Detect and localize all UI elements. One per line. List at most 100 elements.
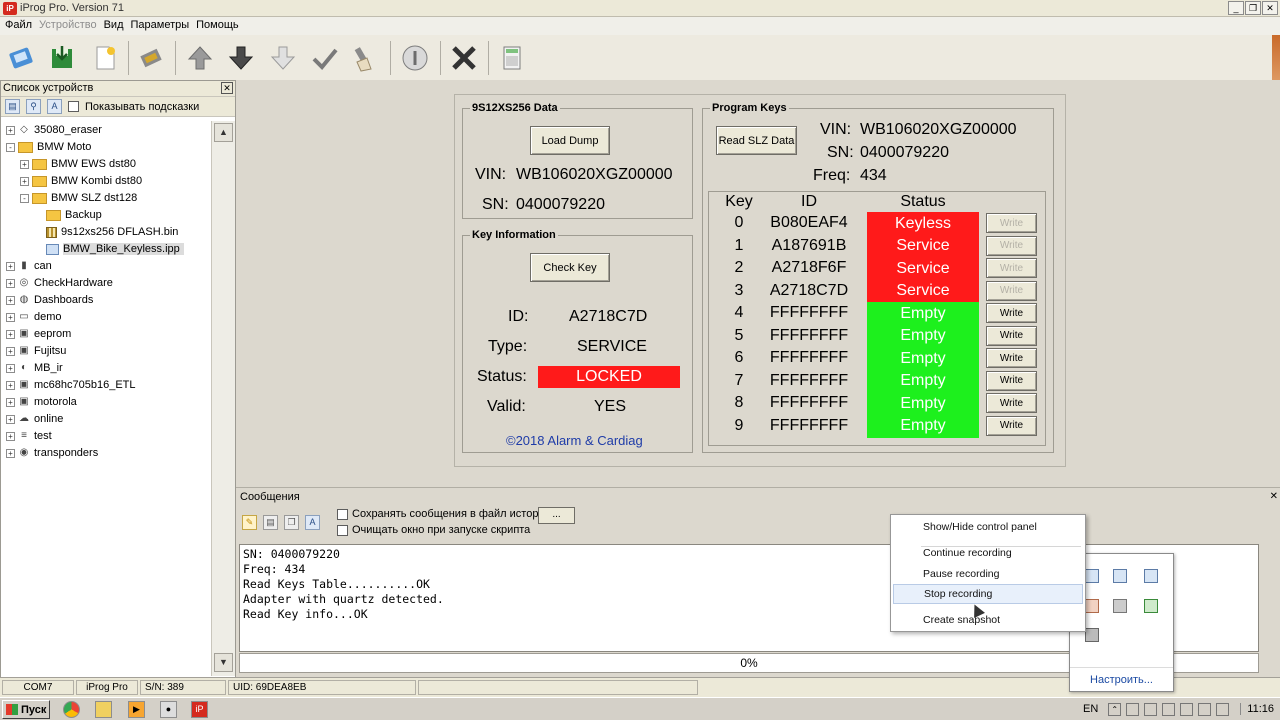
tree-item[interactable]: + ☁ online: [6, 411, 63, 427]
restore-button[interactable]: ❐: [1245, 1, 1261, 15]
write-key-button[interactable]: Write: [986, 325, 1037, 346]
expand-icon[interactable]: +: [20, 176, 29, 186]
chrome-icon[interactable]: [63, 701, 80, 718]
tree-item[interactable]: + ◎ CheckHardware: [6, 275, 113, 291]
recorder-icon[interactable]: ●: [160, 701, 177, 718]
tray-expand-icon[interactable]: ⌃: [1108, 702, 1122, 716]
info-icon[interactable]: [398, 41, 432, 75]
tree-item[interactable]: - BMW Moto: [6, 139, 91, 155]
write-key-button[interactable]: Write: [986, 258, 1037, 278]
pencil-icon[interactable]: ✎: [242, 515, 257, 530]
save-history-option[interactable]: Сохранять сообщения в файл истории: [337, 508, 551, 520]
tree-item[interactable]: + BMW Kombi dst80: [20, 173, 142, 189]
scroll-down-icon[interactable]: ▼: [214, 653, 233, 672]
expand-icon[interactable]: +: [20, 159, 29, 169]
expand-icon[interactable]: +: [6, 448, 15, 458]
tray-security-icon[interactable]: [1126, 702, 1140, 716]
language-indicator[interactable]: EN: [1083, 703, 1098, 715]
tray-audio-icon[interactable]: [1085, 599, 1099, 613]
menu-file[interactable]: Файл: [5, 17, 37, 35]
font-icon[interactable]: A: [305, 515, 320, 530]
expand-icon[interactable]: +: [6, 380, 15, 390]
new-file-icon[interactable]: [88, 41, 122, 75]
tree-view-icon[interactable]: ▤: [5, 99, 20, 114]
menu-device[interactable]: Устройство: [39, 17, 102, 35]
expand-icon[interactable]: +: [6, 329, 15, 339]
save-icon[interactable]: [45, 41, 79, 75]
menu-create-snapshot[interactable]: Create snapshot: [893, 610, 1083, 630]
show-hints-checkbox[interactable]: [68, 101, 79, 112]
write-key-button[interactable]: Write: [986, 415, 1037, 436]
tray-volume-icon[interactable]: [1198, 702, 1212, 716]
write-key-button[interactable]: Write: [986, 303, 1037, 323]
checkmark-icon[interactable]: [308, 41, 342, 75]
tree-item[interactable]: + ▣ mc68hc705b16_ETL: [6, 377, 136, 393]
tray-app-icon[interactable]: [1085, 569, 1099, 583]
expand-icon[interactable]: +: [6, 295, 15, 305]
tray-camera-icon[interactable]: [1085, 628, 1099, 642]
expand-icon[interactable]: +: [6, 431, 15, 441]
arrow-down-icon[interactable]: [224, 41, 258, 75]
collapse-icon[interactable]: -: [6, 142, 15, 152]
expand-icon[interactable]: +: [6, 278, 15, 288]
tree-item[interactable]: - BMW SLZ dst128: [20, 190, 137, 206]
expand-icon[interactable]: +: [6, 346, 15, 356]
stop-icon[interactable]: [447, 41, 481, 75]
menu-settings[interactable]: Параметры: [131, 17, 195, 35]
arrow-down-outline-icon[interactable]: [266, 41, 300, 75]
tree-item[interactable]: + ▭ demo: [6, 309, 62, 325]
save-history-checkbox[interactable]: [337, 508, 348, 520]
menu-stop-recording[interactable]: Stop recording: [893, 584, 1083, 604]
calculator-icon[interactable]: [495, 41, 529, 75]
clear-on-start-checkbox[interactable]: [337, 524, 348, 536]
copy-icon[interactable]: ❐: [284, 515, 299, 530]
menu-pause-recording[interactable]: Pause recording: [893, 564, 1083, 584]
menu-view[interactable]: Вид: [104, 17, 129, 35]
tree-item[interactable]: + ◉ transponders: [6, 445, 98, 461]
minimize-button[interactable]: _: [1228, 1, 1244, 15]
explorer-icon[interactable]: [95, 701, 112, 718]
start-button[interactable]: Пуск: [2, 700, 50, 719]
expand-icon[interactable]: +: [6, 312, 15, 322]
write-key-button[interactable]: Write: [986, 213, 1037, 233]
font-icon[interactable]: A: [47, 99, 62, 114]
tree-item[interactable]: Backup: [34, 207, 102, 223]
chip-icon[interactable]: [134, 41, 168, 75]
eraser-icon[interactable]: [348, 41, 382, 75]
tray-device-icon[interactable]: [1144, 702, 1158, 716]
tray-monitor-icon[interactable]: [1216, 702, 1230, 716]
expand-icon[interactable]: +: [6, 363, 15, 373]
tray-network-icon[interactable]: [1162, 702, 1176, 716]
collapse-icon[interactable]: -: [20, 193, 29, 203]
browse-button[interactable]: ...: [538, 507, 575, 524]
tray-tool-icon[interactable]: [1113, 569, 1127, 583]
tree-item[interactable]: + ◇ 35080_eraser: [6, 122, 102, 138]
write-key-button[interactable]: Write: [986, 235, 1037, 256]
search-icon[interactable]: ⚲: [26, 99, 41, 114]
tray-signal-icon[interactable]: [1180, 702, 1194, 716]
load-dump-button[interactable]: Load Dump: [530, 126, 610, 155]
close-button[interactable]: ✕: [1262, 1, 1278, 15]
write-key-button[interactable]: Write: [986, 393, 1037, 413]
check-key-button[interactable]: Check Key: [530, 253, 610, 282]
tree-item[interactable]: + ≡ test: [6, 428, 52, 444]
customize-link[interactable]: Настроить...: [1070, 667, 1173, 686]
media-player-icon[interactable]: ▶: [128, 701, 145, 718]
tray-network-icon[interactable]: [1144, 569, 1158, 583]
menu-help[interactable]: Помощь: [196, 17, 244, 35]
expand-icon[interactable]: +: [6, 397, 15, 407]
expand-icon[interactable]: +: [6, 414, 15, 424]
iprog-taskbar-icon[interactable]: iP: [191, 701, 208, 718]
expand-icon[interactable]: +: [6, 125, 15, 135]
tree-item[interactable]: + ▣ motorola: [6, 394, 77, 410]
tree-item[interactable]: + ▣ Fujitsu: [6, 343, 66, 359]
menu-show-hide-panel[interactable]: Show/Hide control panel: [893, 517, 1083, 537]
tray-drive-icon[interactable]: [1113, 599, 1127, 613]
clock[interactable]: 11:16: [1240, 703, 1274, 715]
tree-item[interactable]: 9s12xs256 DFLASH.bin: [34, 224, 178, 240]
device-tree-scrollbar[interactable]: ▲ ▼: [211, 121, 235, 676]
panel-close-icon[interactable]: ✕: [221, 82, 233, 94]
save-log-icon[interactable]: ▤: [263, 515, 278, 530]
tray-shield-icon[interactable]: [1144, 599, 1158, 613]
write-key-button[interactable]: Write: [986, 280, 1037, 301]
